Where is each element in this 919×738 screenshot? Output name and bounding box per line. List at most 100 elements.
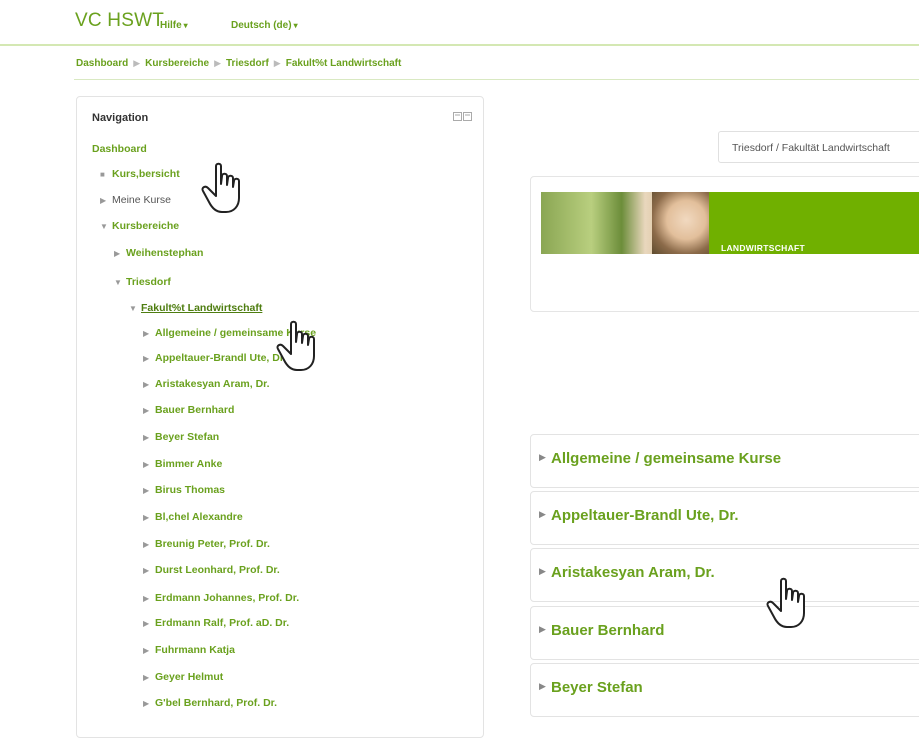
nav-course-category[interactable]: ▶ Breunig Peter, Prof. Dr. <box>143 538 270 550</box>
nav-course-category[interactable]: ▶ Bauer Bernhard <box>143 404 234 416</box>
help-menu[interactable]: Hilfe ▾ <box>160 20 188 31</box>
nav-item-label: Weihenstephan <box>126 247 204 259</box>
nav-item-label: Kursbereiche <box>112 220 180 232</box>
hand-cursor-icon <box>201 162 240 213</box>
chevron-right-icon: ▶ <box>143 673 150 682</box>
chevron-down-icon: ▼ <box>129 304 137 313</box>
nav-item-label: Aristakesyan Aram, Dr. <box>155 378 270 390</box>
nav-item-label: Erdmann Ralf, Prof. aD. Dr. <box>155 617 290 629</box>
nav-meine-kurse[interactable]: ▶ Meine Kurse <box>100 194 171 206</box>
caret-down-icon: ▾ <box>293 21 298 30</box>
nav-item-label: Birus Thomas <box>155 484 226 496</box>
category-name[interactable]: Aristakesyan Aram, Dr. <box>551 564 715 581</box>
breadcrumb-separator-icon: ▶ <box>214 58 221 68</box>
chevron-right-icon: ▶ <box>539 452 546 462</box>
chevron-right-icon: ▶ <box>143 380 150 389</box>
chevron-right-icon: ▶ <box>143 699 150 708</box>
nav-item-label: Geyer Helmut <box>155 671 224 683</box>
nav-course-category[interactable]: ▶ Geyer Helmut <box>143 671 223 683</box>
hand-cursor-icon <box>276 320 315 371</box>
nav-weihenstephan[interactable]: ▶ Weihenstephan <box>114 247 203 259</box>
chevron-right-icon: ▶ <box>143 566 150 575</box>
nav-course-category[interactable]: ▶ Durst Leonhard, Prof. Dr. <box>143 564 280 576</box>
category-panel[interactable]: ▶ Aristakesyan Aram, Dr. <box>530 548 919 602</box>
breadcrumb-separator-icon: ▶ <box>133 58 141 68</box>
nav-kursbereiche[interactable]: ▼ Kursbereiche <box>100 220 179 232</box>
chevron-right-icon: ▶ <box>143 486 150 495</box>
chevron-right-icon: ▶ <box>539 681 546 691</box>
nav-item-label: Erdmann Johannes, Prof. Dr. <box>155 592 300 604</box>
nav-item-label: Fakult%t Landwirtschaft <box>141 302 263 314</box>
bullet-icon: ■ <box>100 170 105 179</box>
breadcrumb: Dashboard ▶ Kursbereiche ▶ Triesdorf ▶ Fakult%… <box>76 58 401 69</box>
nav-course-category[interactable]: ▶ Erdmann Johannes, Prof. Dr. <box>143 592 299 604</box>
category-panel[interactable]: ▶ Beyer Stefan <box>530 663 919 717</box>
navigation-title: Navigation <box>92 112 149 124</box>
caret-down-icon: ▾ <box>183 21 188 30</box>
chevron-right-icon: ▶ <box>143 460 150 469</box>
chevron-right-icon: ▶ <box>114 249 121 258</box>
chevron-right-icon: ▶ <box>143 354 150 363</box>
nav-item-label: Durst Leonhard, Prof. Dr. <box>155 564 280 576</box>
breadcrumb-kursbereiche[interactable]: Kursbereiche <box>145 58 209 69</box>
category-name[interactable]: Allgemeine / gemeinsame Kurse <box>551 450 781 467</box>
breadcrumb-divider <box>74 79 919 80</box>
nav-item-label: Appeltauer-Brandl Ute, Dr. <box>155 352 287 364</box>
nav-fakultaet-landwirtschaft[interactable]: ▼ Fakult%t Landwirtschaft <box>129 302 262 314</box>
nav-item-label: G'bel Bernhard, Prof. Dr. <box>155 697 278 709</box>
nav-item-label: Beyer Stefan <box>155 431 220 443</box>
chevron-right-icon: ▶ <box>143 513 150 522</box>
help-menu-label: Hilfe <box>160 20 182 31</box>
breadcrumb-separator-icon: ▶ <box>273 58 281 68</box>
chevron-right-icon: ▶ <box>100 196 107 205</box>
category-name[interactable]: Bauer Bernhard <box>551 622 664 639</box>
nav-course-category[interactable]: ▶ Aristakesyan Aram, Dr. <box>143 378 270 390</box>
nav-item-label: Bimmer Anke <box>155 458 223 470</box>
chevron-right-icon: ▶ <box>539 509 546 519</box>
nav-course-category[interactable]: ▶ G'bel Bernhard, Prof. Dr. <box>143 697 277 709</box>
chevron-right-icon: ▶ <box>143 406 150 415</box>
nav-course-category[interactable]: ▶ Appeltauer-Brandl Ute, Dr. <box>143 352 286 364</box>
category-select[interactable]: Triesdorf / Fakultät Landwirtschaft <box>718 131 919 163</box>
nav-item-label: Meine Kurse <box>112 194 171 206</box>
hand-cursor-icon <box>766 577 805 628</box>
nav-course-category[interactable]: ▶ Bl,chel Alexandre <box>143 511 243 523</box>
nav-kursuebersicht[interactable]: ■ Kurs,bersicht <box>100 168 180 180</box>
nav-course-category[interactable]: ▶ Bimmer Anke <box>143 458 222 470</box>
nav-triesdorf[interactable]: ▼ Triesdorf <box>114 276 171 288</box>
nav-item-label: Bl,chel Alexandre <box>155 511 243 523</box>
banner-label: LANDWIRTSCHAFT <box>721 243 805 253</box>
category-panel[interactable]: ▶ Bauer Bernhard <box>530 606 919 660</box>
breadcrumb-dashboard[interactable]: Dashboard <box>76 58 128 69</box>
nav-course-category[interactable]: ▶ Erdmann Ralf, Prof. aD. Dr. <box>143 617 289 629</box>
breadcrumb-current[interactable]: Fakult%t Landwirtschaft <box>286 58 402 69</box>
nav-item-label: Bauer Bernhard <box>155 404 235 416</box>
nav-dashboard[interactable]: Dashboard <box>92 143 147 155</box>
category-panel[interactable]: ▶ Allgemeine / gemeinsame Kurse <box>530 434 919 488</box>
chevron-down-icon: ▼ <box>114 278 122 287</box>
site-title[interactable]: VC HSWT <box>75 10 164 32</box>
nav-course-category[interactable]: ▶ Birus Thomas <box>143 484 225 496</box>
category-name[interactable]: Beyer Stefan <box>551 679 643 696</box>
chevron-right-icon: ▶ <box>143 540 150 549</box>
category-name[interactable]: Appeltauer-Brandl Ute, Dr. <box>551 507 739 524</box>
nav-item-label: Triesdorf <box>126 276 171 288</box>
breadcrumb-triesdorf[interactable]: Triesdorf <box>226 58 269 69</box>
nav-item-label: Dashboard <box>92 143 147 155</box>
nav-item-label: Fuhrmann Katja <box>155 644 235 656</box>
language-menu[interactable]: Deutsch (de) ▾ <box>231 20 298 31</box>
chevron-right-icon: ▶ <box>143 433 150 442</box>
header-divider <box>0 44 919 46</box>
chevron-right-icon: ▶ <box>539 624 546 634</box>
category-panel[interactable]: ▶ Appeltauer-Brandl Ute, Dr. <box>530 491 919 545</box>
banner-face-image <box>652 192 709 254</box>
language-menu-label: Deutsch (de) <box>231 20 292 31</box>
dock-icon[interactable] <box>453 112 473 122</box>
nav-course-category[interactable]: ▶ Fuhrmann Katja <box>143 644 235 656</box>
nav-course-category[interactable]: ▶ Beyer Stefan <box>143 431 219 443</box>
chevron-right-icon: ▶ <box>539 566 546 576</box>
chevron-right-icon: ▶ <box>143 594 150 603</box>
navigation-block <box>76 96 484 738</box>
nav-item-label: Breunig Peter, Prof. Dr. <box>155 538 270 550</box>
chevron-right-icon: ▶ <box>143 646 150 655</box>
